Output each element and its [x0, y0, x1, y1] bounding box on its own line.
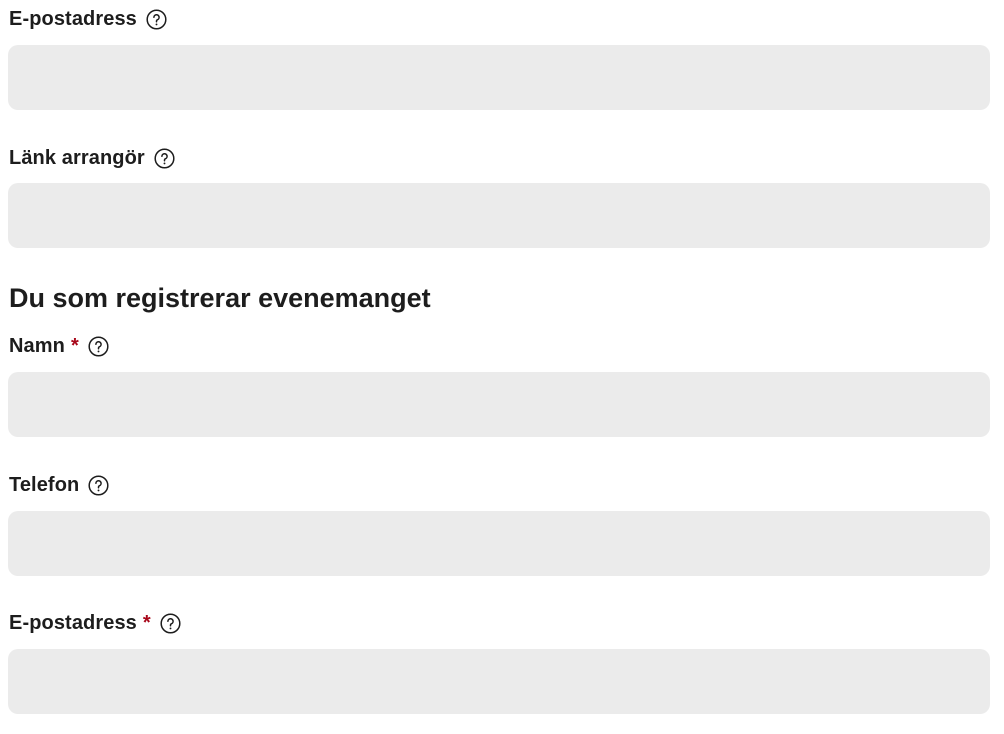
required-marker: *	[142, 611, 151, 634]
organizer-link-label-row: Länk arrangör	[9, 146, 175, 170]
registrant-name-label: Namn	[9, 334, 65, 357]
help-icon[interactable]	[146, 8, 167, 30]
organizer-email-input[interactable]	[8, 45, 990, 110]
help-icon[interactable]	[154, 147, 175, 169]
registrant-email-input[interactable]	[8, 649, 990, 714]
registrant-phone-label: Telefon	[9, 473, 80, 496]
organizer-email-label: E-postadress	[9, 7, 137, 30]
registrant-name-input[interactable]	[8, 372, 990, 437]
required-marker: *	[70, 334, 79, 357]
registrant-name-label-row: Namn *	[9, 334, 109, 358]
registrant-section-heading: Du som registrerar evenemanget	[9, 283, 431, 313]
help-icon[interactable]	[160, 612, 181, 634]
registrant-phone-input[interactable]	[8, 511, 990, 576]
registrant-phone-label-row: Telefon	[9, 473, 109, 497]
help-icon[interactable]	[88, 474, 109, 496]
registrant-email-label: E-postadress	[9, 611, 137, 634]
help-icon[interactable]	[88, 335, 109, 357]
organizer-email-label-row: E-postadress	[9, 7, 167, 31]
organizer-link-input[interactable]	[8, 183, 990, 248]
organizer-link-label: Länk arrangör	[9, 146, 145, 169]
registrant-email-label-row: E-postadress *	[9, 611, 181, 635]
